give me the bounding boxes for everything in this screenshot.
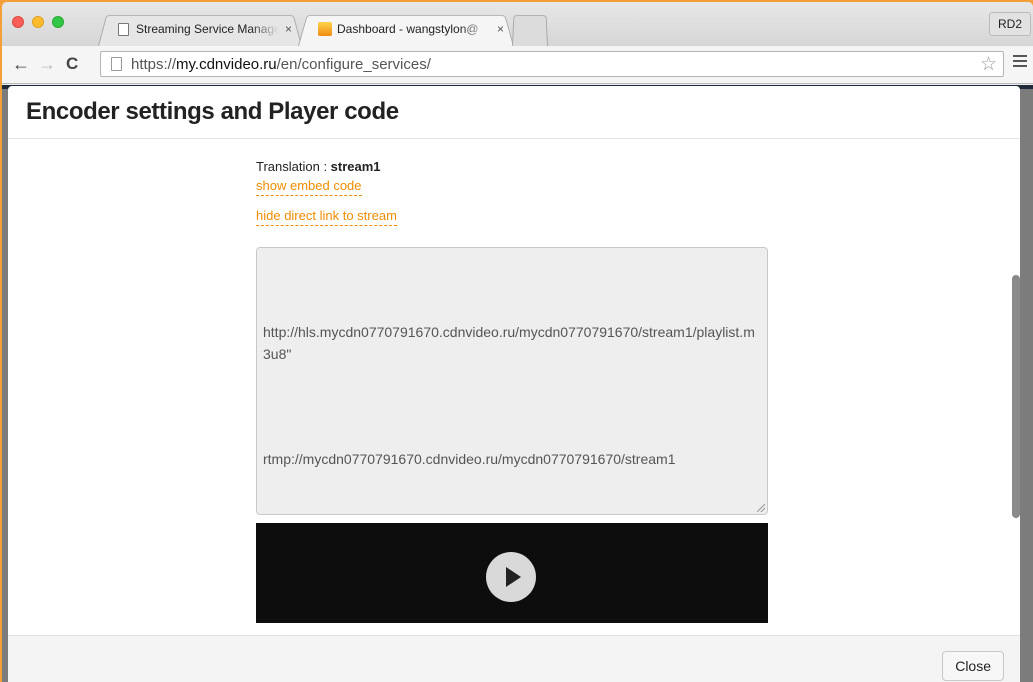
rtmp-url: rtmp://mycdn0770791670.cdnvideo.ru/mycdn… <box>263 451 676 467</box>
translation-row: Translation : stream1 <box>256 159 768 174</box>
modal-body: Translation : stream1 show embed code hi… <box>8 139 1020 634</box>
tab-streaming-service[interactable]: Streaming Service Manage × <box>98 12 302 46</box>
back-arrow-icon[interactable]: ← <box>12 52 30 76</box>
profile-button[interactable]: RD2 <box>988 12 1031 36</box>
resize-handle-icon[interactable] <box>757 504 765 512</box>
new-tab-button[interactable] <box>512 12 548 46</box>
close-icon[interactable]: × <box>285 22 292 36</box>
maximize-window-button[interactable] <box>52 16 64 28</box>
url-host: my.cdnvideo.ru <box>176 55 277 73</box>
favicon-icon <box>318 22 332 36</box>
hls-url: http://hls.mycdn0770791670.cdnvideo.ru/m… <box>263 324 755 362</box>
address-bar[interactable]: https://my.cdnvideo.ru/en/configure_serv… <box>100 51 1004 77</box>
browser-toolbar: ← → C https://my.cdnvideo.ru/en/configur… <box>2 46 1033 84</box>
hide-direct-link[interactable]: hide direct link to stream <box>256 208 397 226</box>
translation-label: Translation : <box>256 159 331 174</box>
stream-links-textarea[interactable]: http://hls.mycdn0770791670.cdnvideo.ru/m… <box>256 247 768 515</box>
modal-scrollbar[interactable] <box>1012 275 1020 518</box>
modal-title: Encoder settings and Player code <box>26 98 399 125</box>
play-icon[interactable] <box>486 552 536 602</box>
minimize-window-button[interactable] <box>32 16 44 28</box>
browser-window: Streaming Service Manage × Dashboard - w… <box>2 2 1033 682</box>
tab-strip: Streaming Service Manage × Dashboard - w… <box>2 2 1033 46</box>
encoder-settings-modal: Encoder settings and Player code Transla… <box>8 86 1020 682</box>
bookmark-star-icon[interactable]: ☆ <box>980 53 997 76</box>
close-icon[interactable]: × <box>497 22 504 36</box>
forward-arrow-icon[interactable]: → <box>38 52 56 76</box>
close-button[interactable]: Close <box>942 651 1004 681</box>
reload-icon[interactable]: C <box>66 52 78 76</box>
video-player[interactable] <box>256 523 768 623</box>
stream-content: Translation : stream1 show embed code hi… <box>256 159 768 623</box>
show-embed-code-link[interactable]: show embed code <box>256 178 362 196</box>
page-icon <box>118 22 129 36</box>
translation-value: stream1 <box>330 159 381 174</box>
tab-dashboard[interactable]: Dashboard - wangstylon@ × <box>298 12 514 46</box>
modal-footer: Close <box>8 635 1020 682</box>
close-window-button[interactable] <box>12 16 24 28</box>
modal-header: Encoder settings and Player code <box>8 86 1020 139</box>
page-icon <box>111 57 122 71</box>
url-scheme: https:// <box>131 55 177 73</box>
tab-title: Dashboard - wangstylon@ <box>337 22 479 36</box>
tab-title: Streaming Service Manage <box>136 22 279 36</box>
hamburger-menu-icon[interactable] <box>1013 55 1027 70</box>
url-path: /en/configure_services/ <box>276 55 431 73</box>
